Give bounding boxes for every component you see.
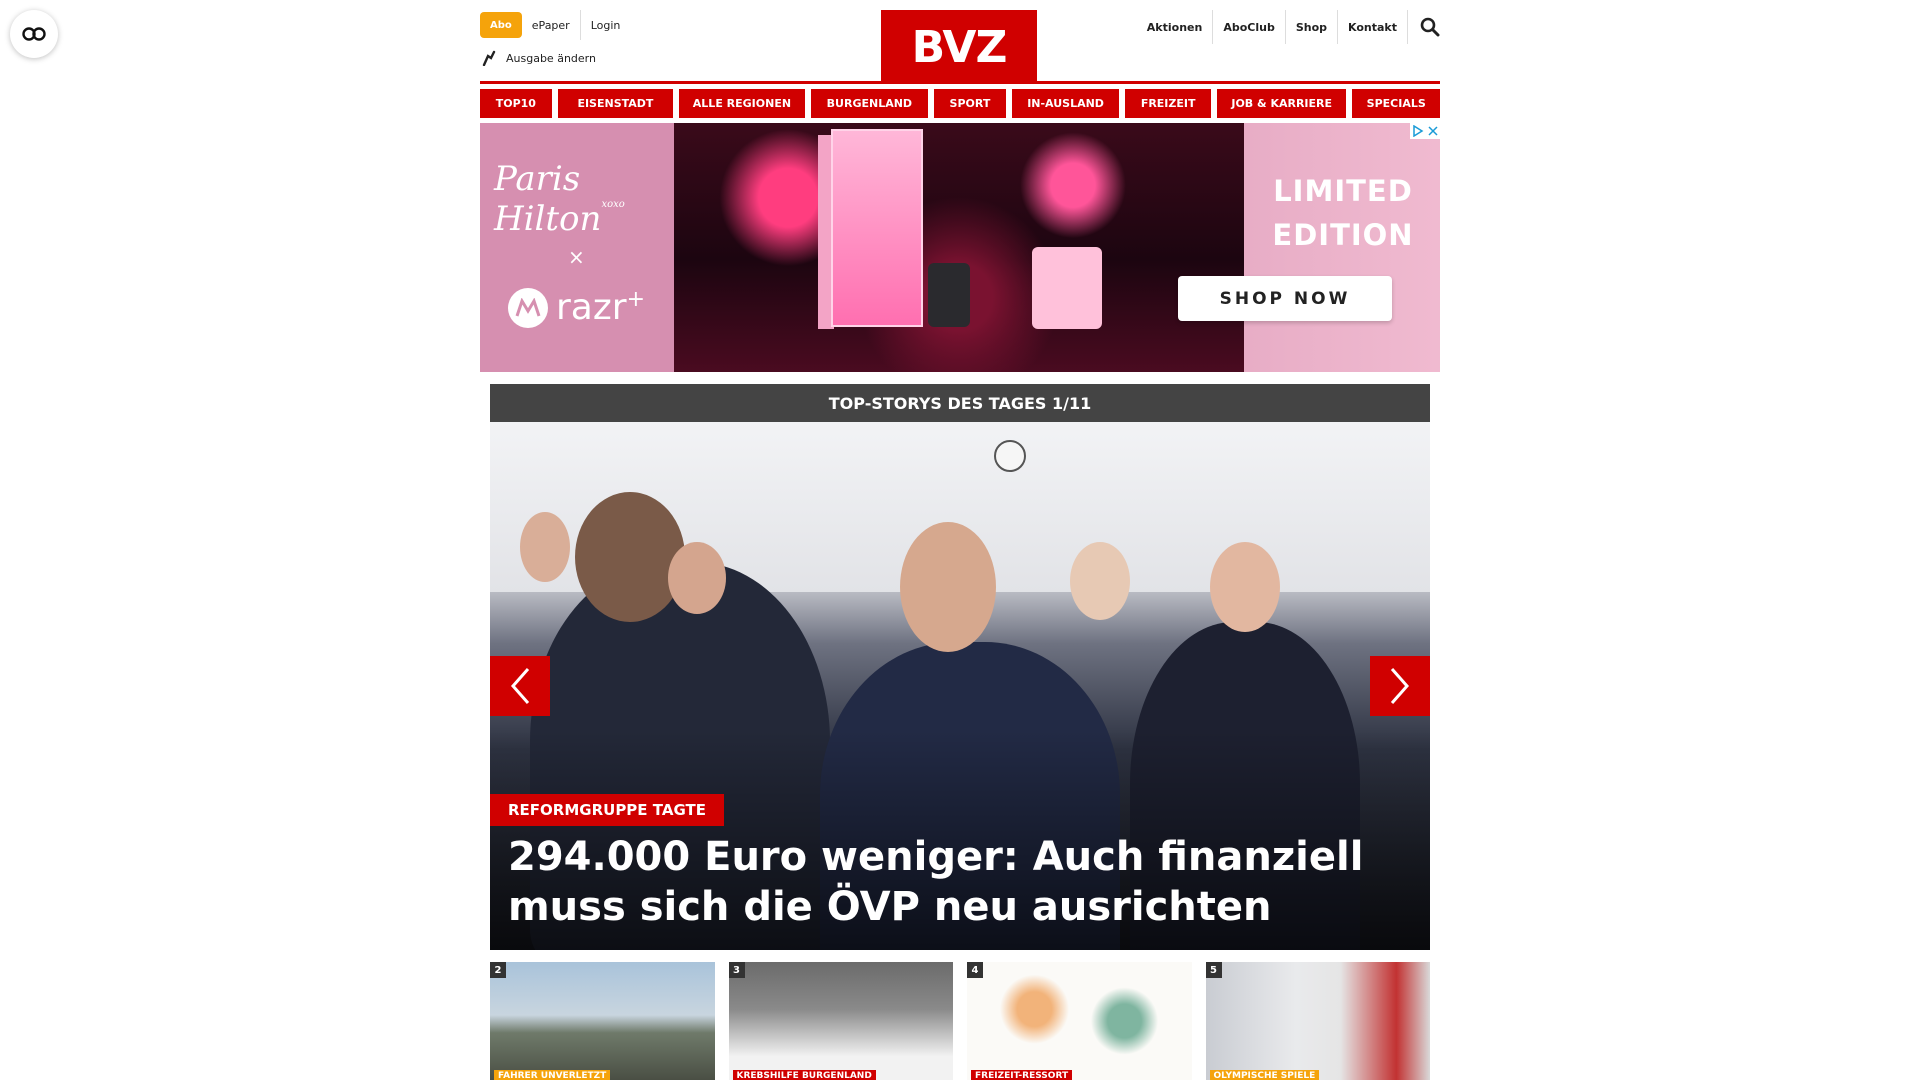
abo-button[interactable]: Abo: [480, 12, 522, 38]
ad-phone-image: [928, 263, 970, 327]
person-head: [575, 492, 685, 622]
edition-switch[interactable]: Ausgabe ändern: [482, 50, 596, 66]
wall-clock-image: [994, 440, 1026, 472]
story-thumbnail[interactable]: 3 KREBSHILFE BURGENLAND: [728, 962, 953, 1080]
main-nav: TOP10 EISENSTADT ALLE REGIONEN BURGENLAN…: [480, 89, 1441, 118]
accessibility-icon: [22, 27, 46, 41]
edition-label: Ausgabe ändern: [506, 51, 596, 65]
ad-brand-text: Paris Hilton: [494, 159, 602, 239]
page-container: Abo ePaper Login Ausgabe ändern BVZ Akti…: [480, 0, 1441, 372]
ad-brand-sup: xoxo: [601, 199, 625, 210]
story-thumbnail[interactable]: 5 OLYMPISCHE SPIELE: [1205, 962, 1430, 1080]
hero-story-headline[interactable]: 294.000 Euro weniger: Auch finanziell mu…: [508, 832, 1408, 932]
chevron-left-icon: [510, 668, 530, 704]
close-icon: [1428, 126, 1438, 136]
story-tag: KREBSHILFE BURGENLAND: [732, 1070, 876, 1080]
story-number: 3: [728, 962, 745, 978]
nav-item-eisenstadt[interactable]: EISENSTADT: [557, 89, 674, 118]
person-head: [668, 542, 726, 614]
ad-headline: LIMITED EDITION: [1272, 174, 1414, 252]
kontakt-link[interactable]: Kontakt: [1338, 21, 1407, 34]
chevron-right-icon: [1390, 668, 1410, 704]
site-header: Abo ePaper Login Ausgabe ändern BVZ Akti…: [480, 0, 1440, 84]
person-head: [520, 512, 570, 582]
nav-item-alle-regionen[interactable]: ALLE REGIONEN: [679, 89, 805, 118]
header-right-links: Aktionen AboClub Shop Kontakt: [1137, 10, 1440, 44]
ad-banner[interactable]: Paris Hiltonxoxo × razr+ LIMITED EDITION…: [480, 123, 1440, 372]
nav-item-in-ausland[interactable]: IN-AUSLAND: [1011, 89, 1120, 118]
login-link[interactable]: Login: [581, 12, 631, 38]
story-tag: FREIZEIT-RESSORT: [971, 1070, 1073, 1080]
search-icon: [1420, 17, 1440, 37]
story-tag: OLYMPISCHE SPIELE: [1209, 1070, 1320, 1080]
ad-razr-name: razr: [556, 287, 627, 328]
header-left-links: Abo ePaper Login: [480, 10, 630, 40]
story-thumbnail[interactable]: 2 FAHRER UNVERLETZT: [490, 962, 715, 1080]
story-number: 4: [967, 962, 983, 978]
person-head: [1210, 542, 1280, 632]
ad-phone-pink-image: [1032, 247, 1102, 329]
story-tag: FAHRER UNVERLETZT: [494, 1070, 611, 1080]
ad-collab-x: ×: [568, 245, 585, 269]
story-number: 2: [490, 962, 506, 978]
edition-arrow-icon: [482, 50, 496, 66]
story-thumbnail[interactable]: 4 FREIZEIT-RESSORT: [967, 962, 1192, 1080]
accessibility-button[interactable]: [10, 10, 58, 58]
hero-story[interactable]: REFORMGRUPPE TAGTE 294.000 Euro weniger:…: [490, 422, 1430, 950]
aktionen-link[interactable]: Aktionen: [1137, 21, 1213, 34]
ad-brand-paris-hilton: Paris Hiltonxoxo: [494, 159, 674, 239]
epaper-link[interactable]: ePaper: [522, 12, 580, 38]
ad-razr-sup: +: [626, 287, 645, 312]
story-number: 5: [1205, 962, 1222, 978]
top-stories-section: TOP-STORYS DES TAGES 1/11 REFORMGRUPPE T…: [490, 384, 1430, 950]
nav-item-freizeit[interactable]: FREIZEIT: [1125, 89, 1211, 118]
ad-info-icon: [1413, 125, 1424, 137]
nav-item-specials[interactable]: SPECIALS: [1352, 89, 1441, 118]
ad-razr-text: razr+: [556, 287, 645, 328]
story-thumbnails: 2 FAHRER UNVERLETZT 3 KREBSHILFE BURGENL…: [490, 962, 1430, 1080]
nav-item-sport[interactable]: SPORT: [934, 89, 1006, 118]
shop-link[interactable]: Shop: [1286, 21, 1337, 34]
ad-product-box: [831, 129, 923, 327]
ad-choices-button[interactable]: [1410, 123, 1440, 139]
search-button[interactable]: [1408, 10, 1440, 44]
nav-item-burgenland[interactable]: BURGENLAND: [810, 89, 929, 118]
person-head: [900, 522, 996, 652]
nav-item-job-karriere[interactable]: JOB & KARRIERE: [1216, 89, 1347, 118]
top-stories-title: TOP-STORYS DES TAGES 1/11: [490, 384, 1430, 422]
ad-motorola-brand: razr+: [508, 287, 645, 328]
ad-brand-panel: Paris Hiltonxoxo × razr+: [480, 123, 674, 372]
carousel-next-button[interactable]: [1370, 656, 1430, 716]
bvz-logo[interactable]: BVZ: [881, 10, 1037, 84]
aboclub-link[interactable]: AboClub: [1213, 21, 1285, 34]
ad-product-image: [674, 123, 1244, 372]
hero-story-tag[interactable]: REFORMGRUPPE TAGTE: [490, 794, 724, 826]
motorola-logo-icon: [508, 287, 548, 328]
carousel-prev-button[interactable]: [490, 656, 550, 716]
ad-shop-now-button[interactable]: SHOP NOW: [1178, 276, 1392, 321]
nav-item-top10[interactable]: TOP10: [480, 89, 552, 118]
person-head: [1070, 542, 1130, 620]
